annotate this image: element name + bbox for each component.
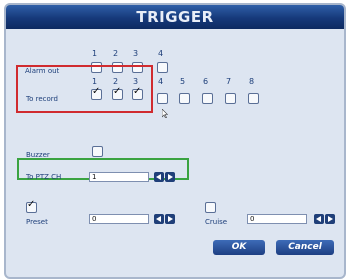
preset-next-arrow-icon[interactable] — [165, 214, 175, 224]
cruise-checkbox[interactable] — [205, 202, 216, 213]
record-channel-8-number: 8 — [249, 77, 255, 86]
alarm-record-highlight — [16, 65, 153, 113]
cruise-next-arrow-icon[interactable] — [325, 214, 335, 224]
ptz-next-arrow-icon[interactable] — [165, 172, 175, 182]
buzzer-checkbox[interactable] — [92, 146, 103, 157]
alarm-out-checkbox-4[interactable] — [157, 62, 168, 73]
preset-label: Preset — [26, 218, 48, 226]
alarm-out-channel-3-number: 3 — [133, 49, 139, 58]
record-checkbox-6[interactable] — [202, 93, 213, 104]
record-channel-7-number: 7 — [226, 77, 232, 86]
preset-prev-arrow-icon[interactable] — [154, 214, 164, 224]
alarm-out-channel-1-number: 1 — [92, 49, 98, 58]
dialog-title: TRIGGER — [136, 8, 214, 26]
record-checkbox-5[interactable] — [179, 93, 190, 104]
preset-field[interactable]: 0 — [89, 214, 149, 224]
record-channel-5-number: 5 — [180, 77, 186, 86]
ok-button[interactable]: OK — [213, 240, 265, 255]
record-channel-4-number: 4 — [158, 77, 164, 86]
cruise-prev-arrow-icon[interactable] — [314, 214, 324, 224]
ptz-prev-arrow-icon[interactable] — [154, 172, 164, 182]
alarm-out-channel-2-number: 2 — [113, 49, 119, 58]
trigger-dialog: TRIGGER 1 2 3 4 Alarm out 1 2 3 4 5 6 7 … — [4, 3, 346, 279]
alarm-out-channel-4-number: 4 — [158, 49, 164, 58]
title-bar: TRIGGER — [6, 5, 344, 29]
preset-checkbox[interactable]: ✓ — [26, 199, 37, 213]
record-checkbox-7[interactable] — [225, 93, 236, 104]
ptz-channel-field[interactable]: 1 — [89, 172, 149, 182]
record-checkbox-4[interactable] — [157, 93, 168, 104]
cancel-button[interactable]: Cancel — [276, 240, 334, 255]
cruise-label: Cruise — [205, 218, 228, 226]
record-channel-6-number: 6 — [203, 77, 209, 86]
record-checkbox-8[interactable] — [248, 93, 259, 104]
check-icon: ✓ — [27, 199, 36, 210]
cruise-field[interactable]: 0 — [247, 214, 307, 224]
mouse-cursor-icon — [162, 109, 168, 118]
to-ptz-label: To PTZ CH — [26, 173, 62, 181]
